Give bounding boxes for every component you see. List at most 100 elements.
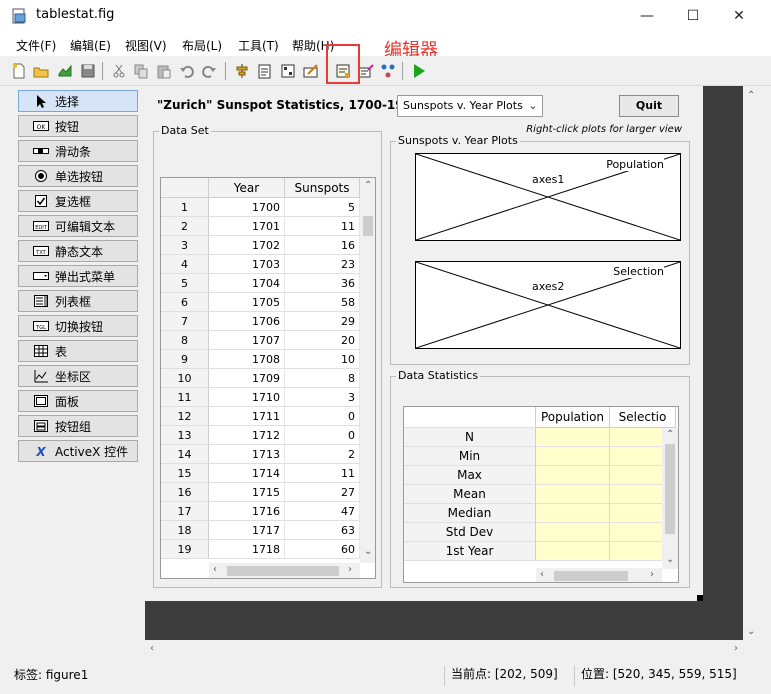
- copy-icon[interactable]: [132, 62, 150, 80]
- stat-cell[interactable]: [536, 447, 610, 466]
- object-browser-icon[interactable]: [379, 62, 397, 80]
- palette-item[interactable]: TGL 切换按钮: [18, 315, 138, 337]
- stats-table[interactable]: Population Selectio N Min Max Mean Median Std D…: [403, 406, 679, 583]
- scroll-up-icon[interactable]: ⌃: [364, 180, 372, 191]
- palette-item[interactable]: 表: [18, 340, 138, 362]
- close-button[interactable]: ✕: [716, 0, 762, 32]
- table-cell[interactable]: 1703: [209, 255, 285, 274]
- table-cell[interactable]: 36: [285, 274, 360, 293]
- scroll-right-icon[interactable]: ›: [650, 569, 654, 580]
- column-header[interactable]: Sunspots: [285, 178, 360, 198]
- table-horizontal-scrollbar[interactable]: ‹ ›: [536, 568, 662, 582]
- palette-item[interactable]: 选择: [18, 90, 138, 112]
- scroll-left-icon[interactable]: ‹: [150, 643, 154, 654]
- figure-title[interactable]: "Zurich" Sunspot Statistics, 1700-1987: [157, 98, 420, 112]
- table-cell[interactable]: 1701: [209, 217, 285, 236]
- palette-item[interactable]: 单选按钮: [18, 165, 138, 187]
- vertical-scrollbar[interactable]: [743, 86, 760, 640]
- save-icon[interactable]: [56, 62, 74, 80]
- stat-cell[interactable]: [536, 466, 610, 485]
- quit-button[interactable]: Quit: [619, 95, 679, 117]
- scroll-left-icon[interactable]: ‹: [213, 564, 217, 575]
- stat-cell[interactable]: [536, 485, 610, 504]
- horizontal-scrollbar[interactable]: [145, 640, 743, 658]
- table-cell[interactable]: 1710: [209, 388, 285, 407]
- scroll-up-icon[interactable]: ⌃: [666, 429, 674, 440]
- scroll-down-icon[interactable]: ⌄: [364, 546, 372, 557]
- scroll-down-icon[interactable]: ⌄: [747, 626, 755, 637]
- table-cell[interactable]: 1707: [209, 331, 285, 350]
- scroll-thumb[interactable]: [554, 571, 628, 581]
- column-header[interactable]: Population: [536, 407, 610, 428]
- table-cell[interactable]: 23: [285, 255, 360, 274]
- table-cell[interactable]: 3: [285, 388, 360, 407]
- palette-item[interactable]: OK 按钮: [18, 115, 138, 137]
- table-cell[interactable]: 1716: [209, 502, 285, 521]
- palette-item[interactable]: TXT 静态文本: [18, 240, 138, 262]
- table-cell[interactable]: 16: [285, 236, 360, 255]
- table-cell[interactable]: 1702: [209, 236, 285, 255]
- table-cell[interactable]: 60: [285, 540, 360, 559]
- new-icon[interactable]: [10, 62, 28, 80]
- redo-icon[interactable]: [200, 62, 218, 80]
- table-cell[interactable]: 1700: [209, 198, 285, 217]
- cut-icon[interactable]: [110, 62, 128, 80]
- run-icon[interactable]: [410, 62, 428, 80]
- table-cell[interactable]: 1704: [209, 274, 285, 293]
- table-cell[interactable]: 1713: [209, 445, 285, 464]
- stat-cell[interactable]: [536, 504, 610, 523]
- table-cell[interactable]: 11: [285, 217, 360, 236]
- menu-edit[interactable]: 编辑(E): [70, 37, 111, 54]
- table-cell[interactable]: 20: [285, 331, 360, 350]
- tab-order-icon[interactable]: [279, 62, 297, 80]
- table-cell[interactable]: 1709: [209, 369, 285, 388]
- table-cell[interactable]: 5: [285, 198, 360, 217]
- table-cell[interactable]: 1712: [209, 426, 285, 445]
- scroll-down-icon[interactable]: ⌄: [666, 554, 674, 565]
- scroll-up-icon[interactable]: ⌃: [747, 90, 755, 101]
- table-horizontal-scrollbar[interactable]: ‹ ›: [209, 563, 360, 578]
- stat-cell[interactable]: [536, 523, 610, 542]
- table-cell[interactable]: 10: [285, 350, 360, 369]
- table-cell[interactable]: 1718: [209, 540, 285, 559]
- maximize-button[interactable]: ☐: [670, 0, 716, 32]
- scroll-right-icon[interactable]: ›: [348, 564, 352, 575]
- table-vertical-scrollbar[interactable]: ⌃ ⌄: [662, 428, 678, 569]
- chevron-down-icon[interactable]: ⌄: [524, 96, 542, 116]
- palette-item[interactable]: 列表框: [18, 290, 138, 312]
- scroll-thumb[interactable]: [363, 216, 373, 236]
- table-cell[interactable]: 0: [285, 426, 360, 445]
- stat-cell[interactable]: [536, 428, 610, 447]
- table-cell[interactable]: 1711: [209, 407, 285, 426]
- table-cell[interactable]: 1714: [209, 464, 285, 483]
- palette-item[interactable]: 滑动条: [18, 140, 138, 162]
- axes1[interactable]: axes1 Population: [415, 153, 681, 241]
- table-cell[interactable]: 1715: [209, 483, 285, 502]
- palette-item[interactable]: 坐标区: [18, 365, 138, 387]
- menu-layout[interactable]: 布局(L): [182, 37, 222, 54]
- table-vertical-scrollbar[interactable]: ⌃ ⌄: [360, 178, 375, 563]
- plot-popup-menu[interactable]: Sunspots v. Year Plots ⌄: [397, 95, 543, 117]
- table-cell[interactable]: 1717: [209, 521, 285, 540]
- menu-editor-icon[interactable]: [256, 62, 274, 80]
- table-cell[interactable]: 1706: [209, 312, 285, 331]
- table-cell[interactable]: 29: [285, 312, 360, 331]
- menu-file[interactable]: 文件(F): [16, 37, 56, 54]
- table-cell[interactable]: 1708: [209, 350, 285, 369]
- table-cell[interactable]: 8: [285, 369, 360, 388]
- table-cell[interactable]: 58: [285, 293, 360, 312]
- column-header[interactable]: Selectio: [610, 407, 676, 428]
- undo-icon[interactable]: [178, 62, 196, 80]
- palette-item[interactable]: 按钮组: [18, 415, 138, 437]
- table-cell[interactable]: 1705: [209, 293, 285, 312]
- align-icon[interactable]: [233, 62, 251, 80]
- stat-cell[interactable]: [536, 542, 610, 561]
- resize-handle[interactable]: [697, 595, 703, 601]
- table-cell[interactable]: 47: [285, 502, 360, 521]
- table-cell[interactable]: 11: [285, 464, 360, 483]
- palette-item[interactable]: 复选框: [18, 190, 138, 212]
- table-cell[interactable]: 2: [285, 445, 360, 464]
- minimize-button[interactable]: —: [624, 0, 670, 32]
- toolbar-editor-icon[interactable]: [302, 62, 320, 80]
- menu-view[interactable]: 视图(V): [125, 37, 167, 54]
